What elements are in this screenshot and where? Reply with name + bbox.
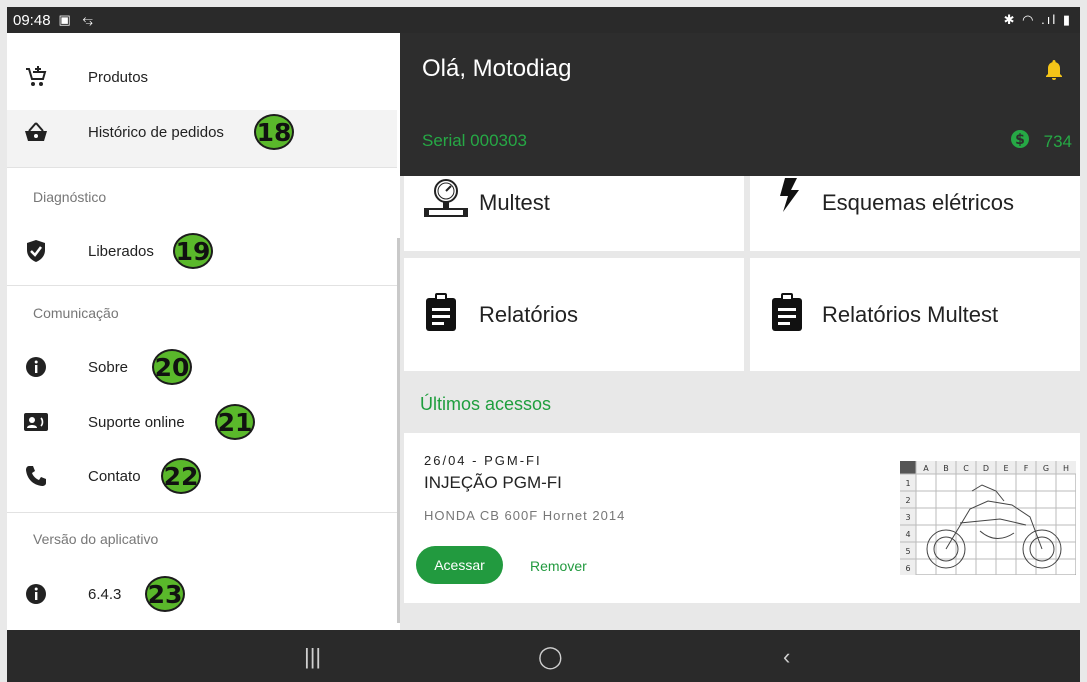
home-button[interactable]: ◯	[538, 644, 563, 670]
drawer-divider	[7, 285, 397, 286]
grid-col-label: B	[943, 464, 949, 473]
phone-icon	[23, 463, 49, 489]
info-icon	[23, 354, 49, 380]
drawer-item-label: Liberados	[88, 242, 154, 260]
card-label: Esquemas elétricos	[822, 190, 1014, 215]
drawer-item-version: 6.4.3 23	[7, 570, 397, 618]
shield-check-icon	[23, 238, 49, 264]
system-nav-bar: ||| ◯ ‹	[7, 630, 1080, 682]
drawer-divider	[7, 167, 397, 168]
info-icon	[23, 581, 49, 607]
drawer-item-label: Suporte online	[88, 413, 185, 431]
svg-text:$: $	[1015, 132, 1025, 148]
card-wiring-diagrams[interactable]: Esquemas elétricos	[750, 176, 1080, 251]
card-multest-reports[interactable]: Relatórios Multest	[750, 258, 1080, 371]
annotation-badge: 22	[161, 458, 201, 494]
bell-icon[interactable]	[1044, 59, 1064, 86]
annotation-badge: 21	[215, 404, 255, 440]
grid-row-label: 1	[905, 479, 910, 488]
annotation-badge: 18	[254, 114, 294, 150]
annotation-badge: 20	[152, 349, 192, 385]
card-multest[interactable]: Multest	[404, 176, 744, 251]
drawer-item-sobre[interactable]: Sobre 20	[7, 343, 397, 391]
status-system-icons: ✱ ◠ .ıl ▮	[1003, 12, 1072, 27]
recent-access-title: Últimos acessos	[420, 394, 552, 414]
remove-button[interactable]: Remover	[530, 558, 587, 574]
open-button[interactable]: Acessar	[416, 546, 503, 584]
grid-col-label: A	[923, 464, 929, 473]
grid-col-label: F	[1024, 464, 1029, 473]
grid-row-label: 6	[905, 564, 910, 573]
grid-col-label: G	[1043, 464, 1049, 473]
card-reports[interactable]: Relatórios	[404, 258, 744, 371]
drawer-item-liberados[interactable]: Liberados 19	[7, 227, 397, 275]
status-time: 09:48	[13, 11, 51, 29]
drawer-item-label: Contato	[88, 467, 141, 485]
grid-col-label: C	[963, 464, 969, 473]
grid-row-label: 2	[905, 496, 910, 505]
drawer-scrollbar[interactable]	[397, 238, 400, 623]
grid-row-label: 4	[905, 530, 910, 539]
back-button[interactable]: ‹	[783, 644, 790, 670]
section-versao-do-aplicativo: Versão do aplicativo	[33, 531, 159, 547]
grid-col-label: H	[1063, 464, 1069, 473]
card-label: Relatórios	[479, 302, 579, 327]
section-diagnostico: Diagnóstico	[33, 189, 107, 205]
recent-item-code: 26/04 - PGM-FI	[424, 453, 542, 468]
serial-number: Serial 000303	[422, 131, 527, 150]
drawer-item-label: Histórico de pedidos	[88, 123, 224, 141]
annotation-badge: 23	[145, 576, 185, 612]
grid-col-label: D	[983, 464, 989, 473]
basket-icon	[23, 119, 49, 145]
clipboard-icon	[772, 293, 802, 336]
app-version-value: 6.4.3	[88, 585, 122, 603]
credits-balance[interactable]: $ 734	[1010, 129, 1072, 154]
navigation-drawer: Produtos Histórico de pedidos 18 Diagnós…	[7, 33, 400, 630]
drawer-item-contato[interactable]: Contato 22	[7, 452, 397, 500]
card-label: Multest	[479, 190, 550, 215]
recent-access-item: 26/04 - PGM-FI INJEÇÃO PGM-FI HONDA CB 6…	[404, 433, 1080, 603]
drawer-item-label: Sobre	[88, 358, 129, 376]
section-comunicacao: Comunicação	[33, 305, 119, 321]
clipboard-icon	[426, 293, 456, 336]
recent-item-name: INJEÇÃO PGM-FI	[424, 473, 562, 492]
drawer-divider	[7, 512, 397, 513]
grid-row-label: 3	[905, 513, 910, 522]
card-label: Relatórios Multest	[822, 302, 999, 327]
main-content: Multest Esquemas elétricos Relatórios Re…	[400, 176, 1080, 630]
grid-row-label: 5	[905, 547, 910, 556]
greeting-title: Olá, Motodiag	[422, 55, 572, 82]
credits-value: 734	[1043, 131, 1072, 151]
drawer-item-produtos[interactable]: Produtos	[7, 53, 397, 101]
contact-card-icon	[23, 409, 49, 435]
drawer-item-label: Produtos	[88, 68, 149, 86]
lightning-icon	[778, 178, 800, 217]
app-frame: 09:48 ▣ ⥃ ✱ ◠ .ıl ▮ Olá, Motodiag Serial…	[0, 0, 1087, 682]
status-notification-icons: ▣ ⥃	[58, 12, 97, 27]
recent-item-model: HONDA CB 600F Hornet 2014	[424, 508, 626, 523]
annotation-badge: 19	[173, 233, 213, 269]
dollar-coin-icon: $	[1010, 129, 1030, 154]
drawer-item-suporte-online[interactable]: Suporte online 21	[7, 398, 397, 446]
motorcycle-diagram-thumbnail[interactable]: A B C D E F G H 1 2 3 4 5 6	[899, 460, 1077, 580]
grid-col-label: E	[1003, 464, 1008, 473]
status-bar: 09:48 ▣ ⥃ ✱ ◠ .ıl ▮	[7, 7, 1080, 33]
gauge-icon	[424, 178, 468, 225]
cart-plus-icon	[23, 64, 49, 90]
drawer-item-historico-de-pedidos[interactable]: Histórico de pedidos 18	[7, 108, 397, 156]
recent-apps-button[interactable]: |||	[304, 644, 321, 670]
app-header: Olá, Motodiag Serial 000303 $ 734	[400, 33, 1080, 176]
